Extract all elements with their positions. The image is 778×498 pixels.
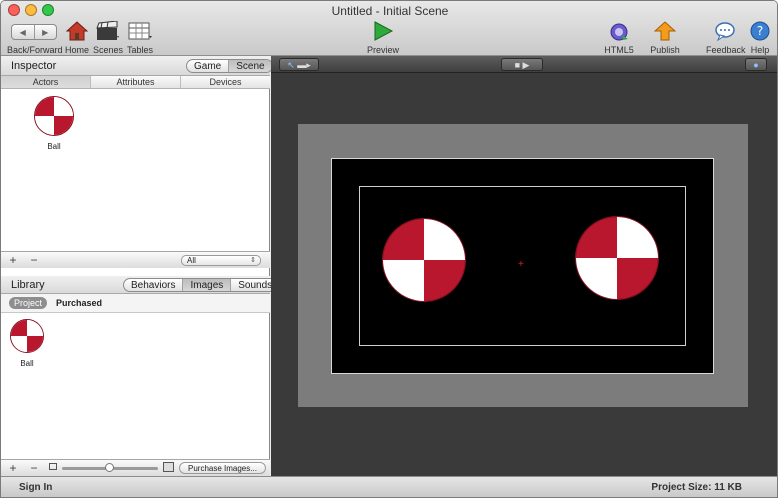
home-icon [65, 21, 89, 41]
stop-icon[interactable]: ■ [515, 60, 520, 70]
back-icon[interactable]: ◀ [12, 25, 34, 39]
ball-actor-right[interactable] [575, 216, 659, 300]
preview-label: Preview [366, 45, 399, 55]
inspector-tabs: Actors Attributes Devices [1, 76, 270, 89]
toolbar: Untitled - Initial Scene ◀ ▶ Back/Forwar… [1, 1, 777, 65]
small-thumbnail-icon [49, 463, 57, 470]
preview-button[interactable]: Preview [365, 21, 401, 55]
tables-label: Tables [126, 45, 153, 55]
library-item-label: Ball [20, 359, 34, 368]
publish-icon [653, 21, 677, 41]
actor-label: Ball [47, 142, 61, 151]
tables-icon [128, 22, 152, 40]
play-icon[interactable]: ▶ [523, 60, 530, 70]
back-forward-button[interactable]: ◀ ▶ Back/Forward [7, 21, 63, 55]
app-window: Untitled - Initial Scene ◀ ▶ Back/Forwar… [0, 0, 778, 498]
home-button[interactable]: Home [64, 21, 90, 55]
feedback-icon [715, 22, 735, 42]
remove-icon[interactable]: − [26, 253, 42, 267]
add-icon[interactable]: + [5, 461, 21, 475]
stage-options-button[interactable]: ● [745, 58, 767, 71]
left-pane: Inspector Game Scene Actors Attributes D… [1, 56, 281, 476]
scene-bounds: + [298, 124, 748, 407]
library-tabs: Behaviors Images Sounds [123, 278, 281, 292]
tab-images[interactable]: Images [182, 279, 231, 291]
library-footer: + − Purchase Images... [1, 459, 270, 476]
tab-actors[interactable]: Actors [1, 76, 90, 88]
slider-knob[interactable] [105, 463, 114, 472]
back-forward-label: Back/Forward [7, 45, 63, 55]
project-size: Project Size: 11 KB [651, 482, 742, 493]
actor-filter-select[interactable]: All ⇕ [181, 255, 261, 266]
inspector-mode-toggle: Game Scene [186, 59, 273, 73]
preview-play-icon [374, 21, 394, 41]
sign-in-link[interactable]: Sign In [19, 482, 52, 493]
subtab-purchased[interactable]: Purchased [51, 297, 107, 309]
stage-tools-group: ↖ ▬▸ [279, 58, 319, 71]
feedback-label: Feedback [706, 45, 746, 55]
help-button[interactable]: ? Help [747, 21, 773, 55]
library-item-ball[interactable]: Ball [9, 319, 45, 368]
crosshair-icon: + [518, 259, 524, 270]
mode-game-button[interactable]: Game [187, 60, 228, 72]
forward-icon[interactable]: ▶ [33, 25, 57, 39]
svg-text:?: ? [757, 24, 763, 38]
subtab-project[interactable]: Project [9, 297, 48, 309]
pointer-tool-icon[interactable]: ↖ [287, 60, 295, 70]
inspector-header: Inspector Game Scene [1, 56, 273, 76]
feedback-button[interactable]: Feedback [706, 21, 746, 55]
home-label: Home [64, 45, 89, 55]
help-icon: ? [750, 21, 770, 41]
actor-item-ball[interactable]: Ball [33, 96, 75, 151]
scene-canvas[interactable]: + [331, 158, 714, 374]
html5-preview-icon [610, 23, 628, 41]
mode-scene-button[interactable]: Scene [228, 60, 272, 72]
inspector-title: Inspector [11, 60, 57, 72]
library-subtabs: Project Purchased [1, 294, 270, 313]
purchase-images-button[interactable]: Purchase Images... [179, 462, 266, 474]
select-arrows-icon: ⇕ [250, 257, 256, 264]
remove-icon[interactable]: − [26, 461, 42, 475]
window-title: Untitled - Initial Scene [331, 4, 449, 18]
tab-devices[interactable]: Devices [180, 76, 270, 88]
actor-filter-value: All [187, 256, 196, 265]
ball-actor-left[interactable] [382, 218, 466, 302]
scenes-icon [96, 20, 119, 40]
layers-icon: ● [753, 60, 759, 70]
publish-button[interactable]: Publish [649, 21, 681, 55]
tables-button[interactable]: Tables [125, 21, 155, 55]
tab-behaviors[interactable]: Behaviors [124, 279, 182, 291]
back-forward-control[interactable]: ◀ ▶ [11, 24, 57, 40]
scene-stage[interactable]: + [271, 73, 777, 476]
add-icon[interactable]: + [5, 253, 21, 267]
publish-label: Publish [650, 45, 680, 55]
status-bar: Sign In Project Size: 11 KB [1, 476, 777, 497]
ball-icon [34, 96, 74, 136]
library-title: Library [11, 279, 45, 291]
playback-controls: ■ ▶ [501, 58, 543, 71]
scenes-button[interactable]: Scenes [93, 20, 124, 55]
scenes-label: Scenes [93, 45, 124, 55]
large-thumbnail-icon [163, 462, 174, 472]
camera-tool-icon[interactable]: ▬▸ [297, 60, 311, 70]
inspector-footer: + − All ⇕ [1, 251, 270, 268]
help-label: Help [750, 45, 770, 55]
library-header: Library Behaviors Images Sounds [1, 276, 281, 294]
stage-toolbar: ↖ ▬▸ ■ ▶ ● [271, 56, 777, 73]
tab-attributes[interactable]: Attributes [90, 76, 180, 88]
ball-icon [10, 319, 44, 353]
